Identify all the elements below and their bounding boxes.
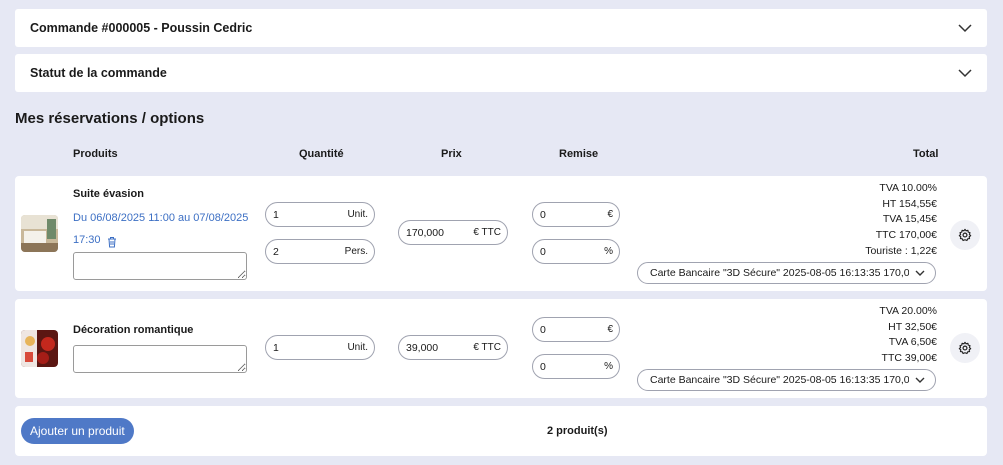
price-input[interactable]: 170,000 € TTC xyxy=(398,220,508,245)
vat-amount: TVA 15,45€ xyxy=(882,213,937,226)
discount-amount-unit: € xyxy=(607,209,613,220)
discount-percent-unit: % xyxy=(604,246,613,257)
gear-icon xyxy=(958,341,972,355)
section-title: Mes réservations / options xyxy=(15,110,205,127)
products-footer: Ajouter un produit 2 produit(s) xyxy=(15,406,987,456)
vat-amount: TVA 6,50€ xyxy=(888,336,937,349)
persons-value: 2 xyxy=(273,245,279,258)
product-row: Suite évasion Du 06/08/2025 11:00 au 07/… xyxy=(15,176,987,291)
order-title: Commande #000005 - Poussin Cedric xyxy=(30,21,253,35)
quantity-input[interactable]: 1 Unit. xyxy=(265,335,375,360)
payment-select-value: Carte Bancaire "3D Sécure" 2025-08-05 16… xyxy=(650,267,909,279)
discount-percent-value: 0 xyxy=(540,245,546,258)
vat-rate: TVA 10.00% xyxy=(879,182,937,194)
product-dates-text: Du 06/08/2025 11:00 au 07/08/2025 17:30 xyxy=(73,212,249,246)
discount-percent-input[interactable]: 0 % xyxy=(532,239,620,264)
discount-percent-unit: % xyxy=(604,361,613,372)
total-incl-tax: TTC 170,00€ xyxy=(875,229,937,242)
payment-select[interactable]: Carte Bancaire "3D Sécure" 2025-08-05 16… xyxy=(637,262,936,284)
total-excl-tax: HT 154,55€ xyxy=(882,197,937,210)
chevron-down-icon xyxy=(915,270,925,276)
product-image xyxy=(21,215,58,252)
persons-unit: Pers. xyxy=(344,246,368,257)
discount-amount-value: 0 xyxy=(540,323,546,336)
discount-amount-value: 0 xyxy=(540,208,546,221)
quantity-unit: Unit. xyxy=(347,342,368,353)
payment-select[interactable]: Carte Bancaire "3D Sécure" 2025-08-05 16… xyxy=(637,369,936,391)
discount-percent-value: 0 xyxy=(540,360,546,373)
column-header-discount: Remise xyxy=(559,148,599,160)
discount-amount-input[interactable]: 0 € xyxy=(532,202,620,227)
order-accordion[interactable]: Commande #000005 - Poussin Cedric xyxy=(15,9,987,47)
discount-amount-unit: € xyxy=(607,324,613,335)
product-row: Décoration romantique 1 Unit. 39,000 € T… xyxy=(15,299,987,398)
discount-percent-input[interactable]: 0 % xyxy=(532,354,620,379)
order-status-title: Statut de la commande xyxy=(30,66,167,80)
chevron-down-icon xyxy=(915,377,925,383)
totals-block: TVA 20.00% HT 32,50€ TVA 6,50€ TTC 39,00… xyxy=(879,304,937,367)
product-name: Décoration romantique xyxy=(73,324,194,336)
add-product-button[interactable]: Ajouter un produit xyxy=(21,418,134,444)
totals-block: TVA 10.00% HT 154,55€ TVA 15,45€ TTC 170… xyxy=(865,181,937,260)
column-header-price: Prix xyxy=(441,148,462,160)
product-count: 2 produit(s) xyxy=(547,425,608,437)
chevron-down-icon[interactable] xyxy=(958,66,972,80)
quantity-unit: Unit. xyxy=(347,209,368,220)
price-unit: € TTC xyxy=(473,227,501,238)
total-excl-tax: HT 32,50€ xyxy=(888,320,937,333)
row-settings-button[interactable] xyxy=(950,220,980,250)
order-status-accordion[interactable]: Statut de la commande xyxy=(15,54,987,92)
trash-icon[interactable] xyxy=(107,234,117,248)
column-header-total: Total xyxy=(913,148,939,160)
product-image xyxy=(21,330,58,367)
product-note-input[interactable] xyxy=(73,252,247,280)
price-input[interactable]: 39,000 € TTC xyxy=(398,335,508,360)
payment-select-value: Carte Bancaire "3D Sécure" 2025-08-05 16… xyxy=(650,374,909,386)
price-value: 39,000 xyxy=(406,341,439,354)
gear-icon xyxy=(958,228,972,242)
product-name: Suite évasion xyxy=(73,188,144,200)
quantity-value: 1 xyxy=(273,341,279,354)
quantity-input[interactable]: 1 Unit. xyxy=(265,202,375,227)
column-header-quantity: Quantité xyxy=(299,148,344,160)
price-unit: € TTC xyxy=(473,342,501,353)
vat-rate: TVA 20.00% xyxy=(879,305,937,317)
quantity-value: 1 xyxy=(273,208,279,221)
row-settings-button[interactable] xyxy=(950,333,980,363)
column-header-products: Produits xyxy=(73,148,118,160)
total-incl-tax: TTC 39,00€ xyxy=(881,352,937,365)
product-note-input[interactable] xyxy=(73,345,247,373)
price-value: 170,000 xyxy=(406,226,444,239)
discount-amount-input[interactable]: 0 € xyxy=(532,317,620,342)
persons-input[interactable]: 2 Pers. xyxy=(265,239,375,264)
tourist-tax: Touriste : 1,22€ xyxy=(865,244,937,257)
chevron-down-icon[interactable] xyxy=(958,21,972,35)
product-dates[interactable]: Du 06/08/2025 11:00 au 07/08/2025 17:30 xyxy=(73,207,253,251)
